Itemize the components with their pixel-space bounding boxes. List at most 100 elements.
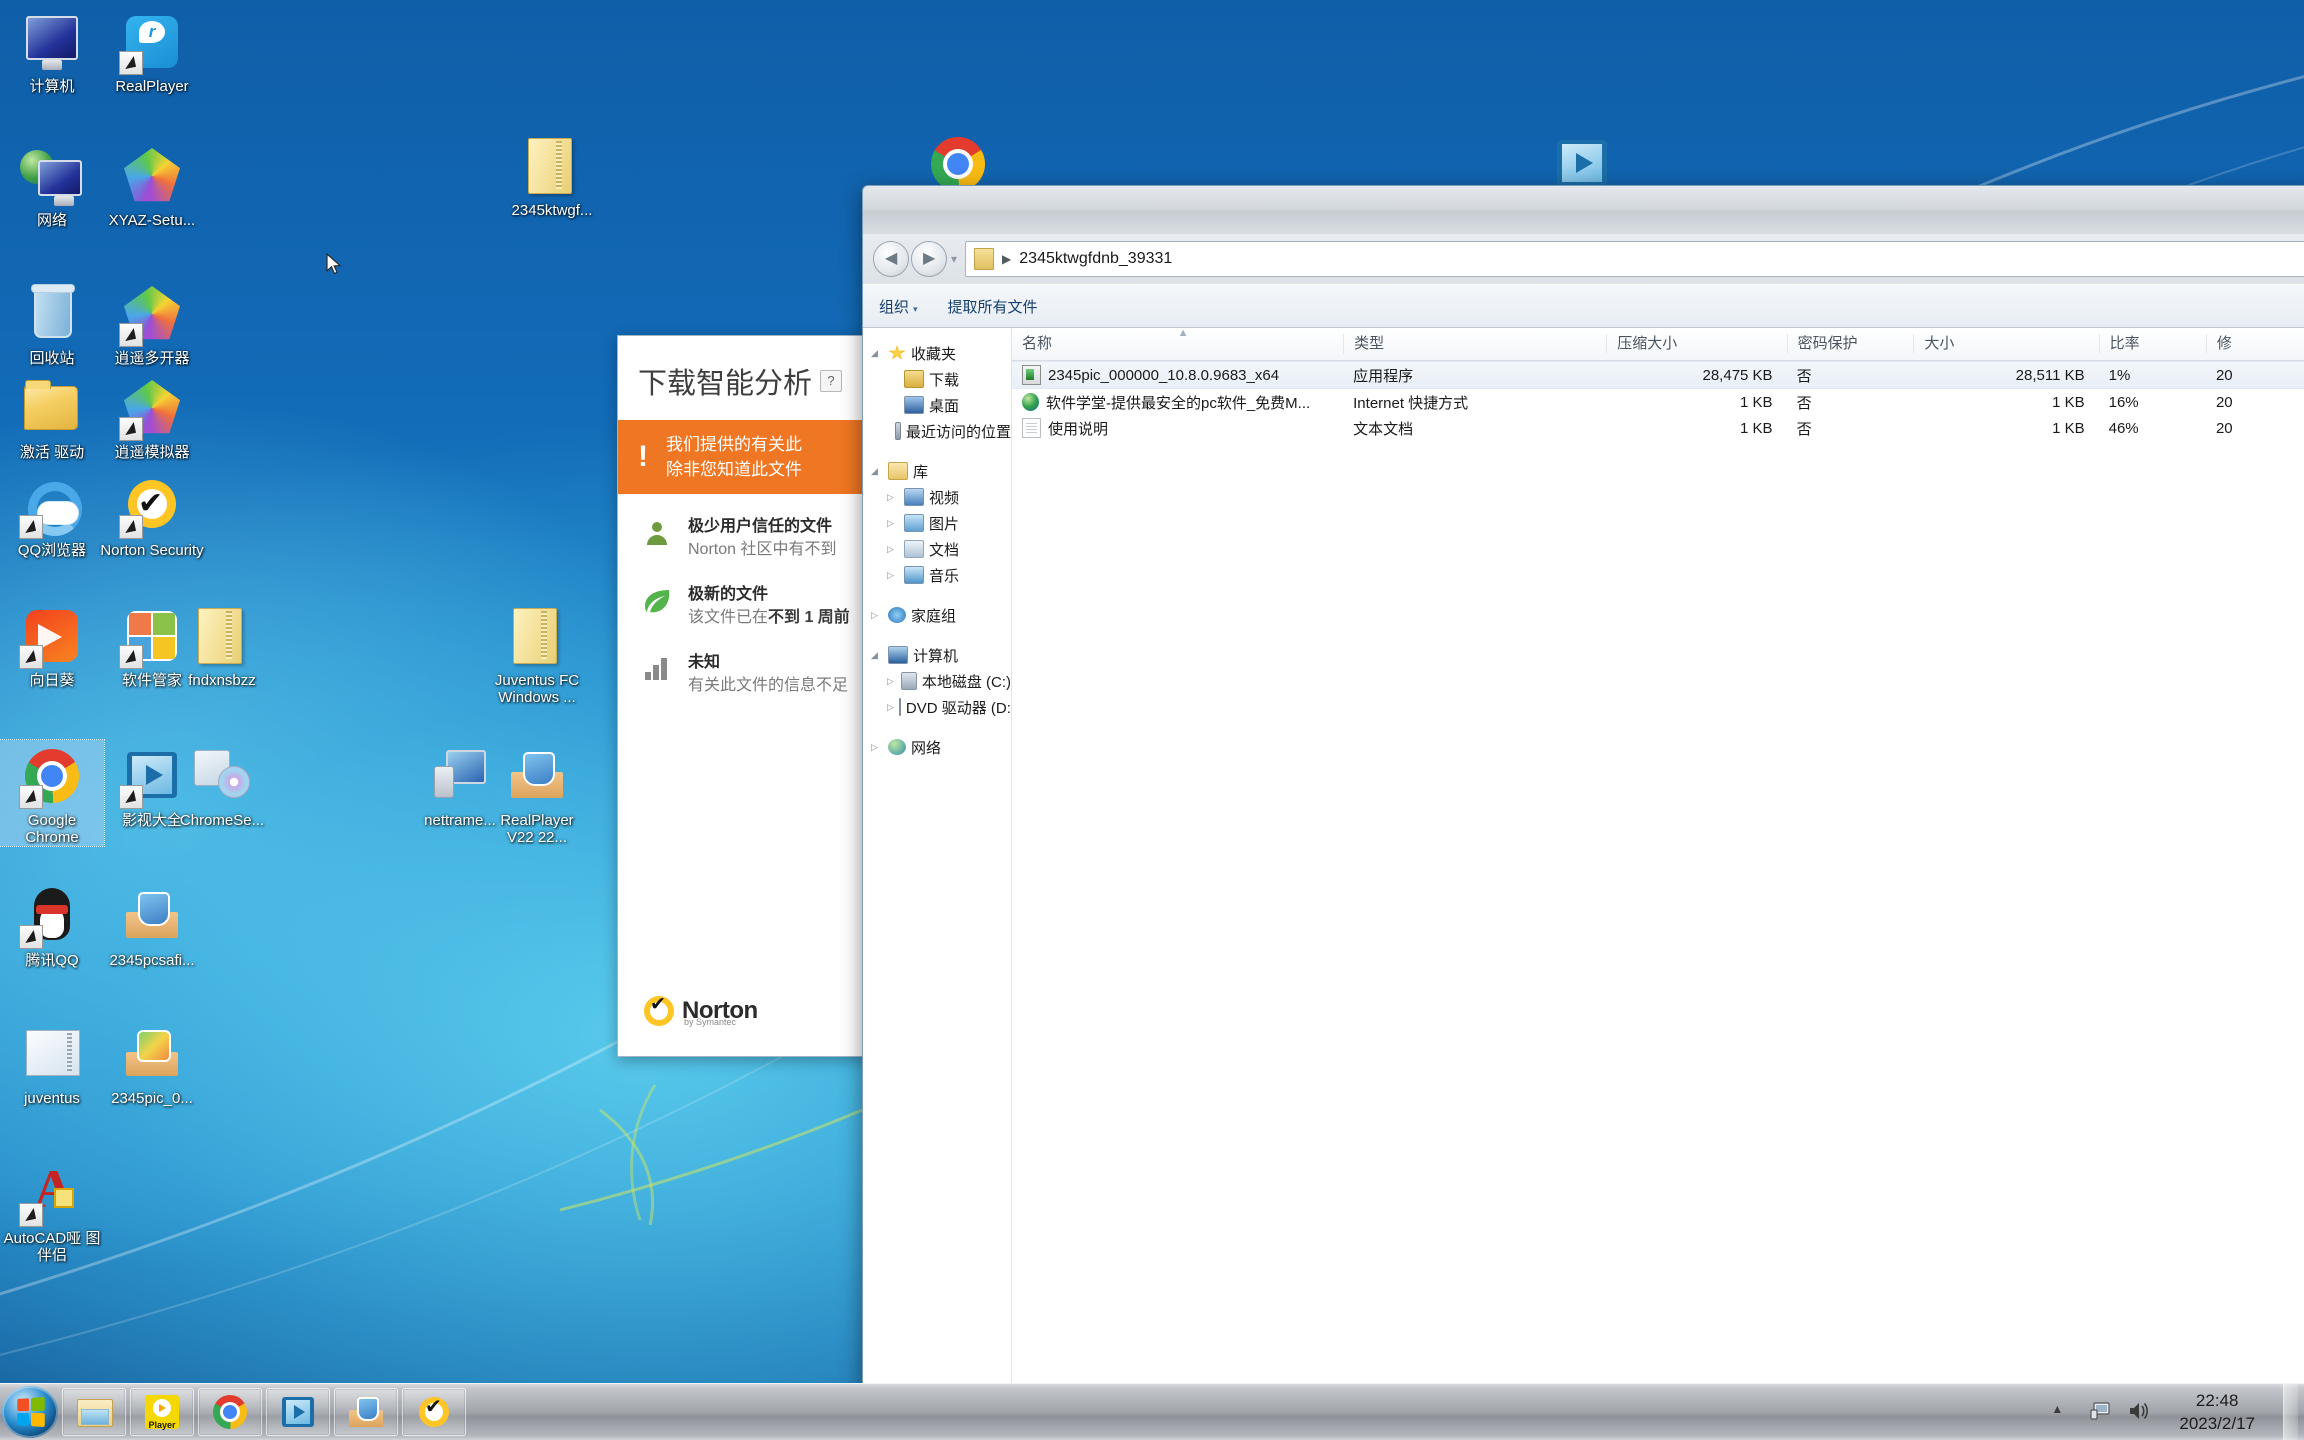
address-bar[interactable]: ▶ 2345ktwgfdnb_39331: [965, 241, 2304, 277]
table-row[interactable]: 使用说明 文本文档 1 KB 否 1 KB 46% 20: [1012, 415, 2304, 441]
sidebar-item-documents[interactable]: ▷ 文档: [863, 536, 1011, 562]
desktop-icon-chrome-setup[interactable]: ChromeSe...: [170, 740, 274, 829]
desktop-icon-xyaz-setup[interactable]: XYAZ-Setu...: [100, 140, 204, 229]
desktop-icon-sunflower[interactable]: 向日葵: [0, 600, 104, 689]
desktop-icon-norton-security[interactable]: Norton Security: [100, 470, 204, 559]
expand-twisty-icon[interactable]: ▷: [887, 702, 894, 713]
sidebar-item-downloads[interactable]: 下载: [863, 366, 1011, 392]
help-icon[interactable]: ?: [820, 370, 843, 392]
network-tray-icon[interactable]: [2089, 1400, 2113, 1424]
music-icon: [904, 566, 924, 584]
sidebar-item-desktop[interactable]: 桌面: [863, 392, 1011, 418]
desktop-icon-2345ktwgf[interactable]: 2345ktwgf...: [500, 130, 604, 219]
desktop-icon-label: QQ浏览器: [17, 542, 87, 559]
desktop-icon-qq-browser[interactable]: QQ浏览器: [0, 470, 104, 559]
desktop-icon-xiaoyao-emulator[interactable]: 逍遥模拟器: [100, 372, 204, 461]
desktop-icon-recycle-bin[interactable]: 回收站: [0, 278, 104, 367]
taskbar-button-windows-explorer[interactable]: [62, 1388, 126, 1436]
cell-name[interactable]: 软件学堂-提供最安全的pc软件_免费M...: [1012, 392, 1343, 413]
column-header-password-protected[interactable]: 密码保护: [1786, 334, 1914, 354]
expand-twisty-icon[interactable]: ▷: [887, 492, 899, 503]
pentagon-app-icon: [120, 144, 184, 208]
sunflower-remote-icon: [19, 604, 84, 669]
windows-explorer-window[interactable]: ◀ ▶ ▾ ▶ 2345ktwgfdnb_39331 组织 ▾ 提取所有文件 ◢ 收…: [862, 185, 2304, 1393]
table-row[interactable]: 软件学堂-提供最安全的pc软件_免费M... Internet 快捷方式 1 K…: [1012, 389, 2304, 415]
taskbar-button-video-player[interactable]: [266, 1388, 330, 1436]
expand-twisty-icon[interactable]: ◢: [871, 348, 883, 359]
column-header-name[interactable]: ▲ 名称: [1012, 328, 1343, 354]
dvd-drive-icon: [898, 698, 901, 716]
cell-name[interactable]: 使用说明: [1012, 418, 1343, 439]
taskbar-button-google-chrome[interactable]: [198, 1388, 262, 1436]
taskbar-clock[interactable]: 22:48 2023/2/17: [2165, 1389, 2269, 1435]
desktop-icon-realplayer-installer[interactable]: RealPlayer V22 22...: [485, 740, 589, 846]
taskbar-button-2345-pcsafe[interactable]: [334, 1388, 398, 1436]
expand-twisty-icon[interactable]: ◢: [871, 650, 883, 661]
breadcrumb-path[interactable]: 2345ktwgfdnb_39331: [1019, 250, 1172, 268]
expand-twisty-icon[interactable]: ▷: [887, 570, 899, 581]
sidebar-item-homegroup[interactable]: ▷ 家庭组: [863, 602, 1011, 628]
volume-tray-icon[interactable]: [2127, 1400, 2151, 1424]
start-button[interactable]: [2, 1386, 58, 1438]
desktop-icon-label: RealPlayer: [115, 78, 189, 95]
expand-twisty-icon[interactable]: ▷: [887, 676, 896, 687]
sidebar-item-recent-places[interactable]: 最近访问的位置: [863, 418, 1011, 444]
sidebar-item-favorites[interactable]: ◢ 收藏夹: [863, 340, 1011, 366]
column-header-modified[interactable]: 修: [2205, 334, 2304, 354]
back-button[interactable]: ◀: [873, 241, 909, 277]
column-header-ratio[interactable]: 比率: [2098, 334, 2206, 354]
table-row[interactable]: 2345pic_000000_10.8.0.9683_x64 应用程序 28,4…: [1012, 361, 2304, 389]
desktop-icon-tencent-qq[interactable]: 腾讯QQ: [0, 880, 104, 969]
desktop-icon-realplayer[interactable]: RealPlayer: [100, 6, 204, 95]
desktop-icon-network[interactable]: 网络: [0, 140, 104, 229]
taskbar[interactable]: Player ✔ ▲ 22:48 2023/2/17: [0, 1383, 2304, 1440]
expand-twisty-icon[interactable]: ▷: [887, 518, 899, 529]
explorer-body: ◢ 收藏夹 下载 桌面 最近访问的位置 ◢ 库 ▷ 视频 ▷ 图片 ▷ 文档 ▷ 音乐 ▷ 家…: [863, 328, 2304, 1392]
desktop-icon-activate-drivers[interactable]: 激活 驱动: [0, 372, 104, 461]
column-header-packed-size[interactable]: 压缩大小: [1606, 334, 1786, 354]
file-list-column-headers[interactable]: ▲ 名称 类型 压缩大小 密码保护 大小 比率 修: [1012, 328, 2304, 361]
player-taskbar-icon: Player: [143, 1393, 181, 1431]
insight-detail: 该文件已在不到 1 周前: [688, 606, 850, 630]
cell-packed-size: 1 KB: [1740, 419, 1773, 437]
sidebar-item-dvd-drive-d[interactable]: ▷ DVD 驱动器 (D:) 202: [863, 694, 1011, 720]
taskbar-button-player[interactable]: Player: [130, 1388, 194, 1436]
desktop-icon-juventus[interactable]: juventus: [0, 1018, 104, 1107]
organize-button[interactable]: 组织 ▾: [879, 296, 918, 317]
expand-twisty-icon[interactable]: ▷: [871, 742, 883, 753]
taskbar-button-norton-security[interactable]: ✔: [402, 1388, 466, 1436]
cell-name[interactable]: 2345pic_000000_10.8.0.9683_x64: [1012, 365, 1343, 385]
desktop-icon-juventus-fc-windows[interactable]: Juventus FC Windows ...: [485, 600, 589, 706]
sidebar-item-music[interactable]: ▷ 音乐: [863, 562, 1011, 588]
desktop-icon: [904, 396, 924, 414]
sidebar-item-libraries[interactable]: ◢ 库: [863, 458, 1011, 484]
explorer-file-list[interactable]: ▲ 名称 类型 压缩大小 密码保护 大小 比率 修 2345pic_000000_…: [1012, 328, 2304, 1392]
sidebar-item-local-disk-c[interactable]: ▷ 本地磁盘 (C:): [863, 668, 1011, 694]
breadcrumb-separator-icon[interactable]: ▶: [1002, 252, 1011, 266]
insight-heading: 极新的文件: [688, 586, 769, 603]
sidebar-item-videos[interactable]: ▷ 视频: [863, 484, 1011, 510]
expand-twisty-icon[interactable]: ▷: [871, 610, 883, 621]
desktop-icon-xiaoyao-multi[interactable]: 逍遥多开器: [100, 278, 204, 367]
sidebar-item-pictures[interactable]: ▷ 图片: [863, 510, 1011, 536]
desktop-icon-autocad[interactable]: AutoCAD哑 图伴侣: [0, 1158, 104, 1264]
recent-locations-chevron-icon[interactable]: ▾: [951, 252, 957, 266]
expand-twisty-icon[interactable]: ◢: [871, 466, 883, 477]
forward-button[interactable]: ▶: [911, 241, 947, 277]
sidebar-item-network[interactable]: ▷ 网络: [863, 734, 1011, 760]
explorer-navigation-pane[interactable]: ◢ 收藏夹 下载 桌面 最近访问的位置 ◢ 库 ▷ 视频 ▷ 图片 ▷ 文档 ▷ 音乐 ▷ 家…: [863, 328, 1012, 1392]
desktop-icon-2345pcsafe[interactable]: 2345pcsafi...: [100, 880, 204, 969]
column-header-type[interactable]: 类型: [1343, 334, 1606, 354]
desktop-icon-computer[interactable]: 计算机: [0, 6, 104, 95]
tray-overflow-button[interactable]: ▲: [2051, 1400, 2075, 1424]
desktop-icon-google-chrome[interactable]: Google Chrome: [0, 739, 105, 847]
column-header-size[interactable]: 大小: [1913, 334, 2098, 354]
norton-download-insight-dialog[interactable]: 下载智能分析? ! 我们提供的有关此 除非您知道此文件 极少用户信任的文件 No…: [617, 335, 869, 1057]
extract-all-button[interactable]: 提取所有文件: [948, 296, 1038, 317]
expand-twisty-icon[interactable]: ▷: [887, 544, 899, 555]
show-desktop-button[interactable]: [2283, 1384, 2298, 1440]
sidebar-item-computer[interactable]: ◢ 计算机: [863, 642, 1011, 668]
desktop-icon-fndxnsbzz[interactable]: fndxnsbzz: [170, 600, 274, 689]
desktop-icon-2345pic[interactable]: 2345pic_0...: [100, 1018, 204, 1107]
explorer-title-bar[interactable]: [863, 186, 2304, 234]
